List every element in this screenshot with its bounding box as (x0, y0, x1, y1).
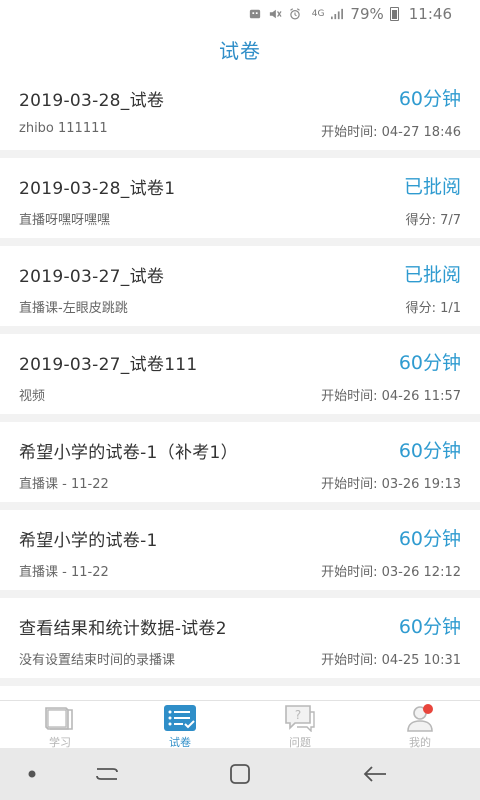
page-title: 试卷 (219, 38, 261, 63)
paper-meta: 开始时间: 04-26 11:57 (321, 389, 461, 404)
recent-apps-icon[interactable] (92, 760, 122, 788)
paper-item[interactable]: 2019-03-28_试卷 60分钟 zhibo 111111 开始时间: 04… (0, 70, 480, 150)
mute-icon (269, 9, 282, 19)
app-root: 4G 79% 11:46 试卷 2019-03-28_试卷 60分钟 zhibo… (0, 0, 480, 800)
question-icon: ? (283, 704, 317, 732)
paper-course: 没有设置结束时间的录播课 (19, 653, 176, 668)
paper-meta: 开始时间: 03-26 12:12 (321, 565, 461, 580)
dot-indicator-icon (22, 760, 42, 788)
network-type-label: 4G (311, 9, 325, 19)
paper-title: 2019-03-27_试卷111 (19, 355, 198, 375)
paper-meta: 开始时间: 04-25 10:31 (321, 653, 461, 668)
paper-item[interactable]: 2019-03-27_试卷 已批阅 直播课-左眼皮跳跳 得分: 1/1 (0, 246, 480, 326)
paper-item[interactable]: 2019-03-27_试卷111 60分钟 视频 开始时间: 04-26 11:… (0, 334, 480, 414)
paper-title: 希望小学的试卷-1 (19, 531, 158, 551)
home-icon[interactable] (224, 760, 256, 788)
paper-status: 60分钟 (398, 352, 461, 374)
nav-tab-profile[interactable]: 我的 (360, 701, 480, 749)
battery-icon (389, 7, 399, 21)
paper-status: 60分钟 (398, 528, 461, 550)
paper-list[interactable]: 2019-03-28_试卷 60分钟 zhibo 111111 开始时间: 04… (0, 70, 480, 700)
paper-meta: 得分: 1/1 (405, 301, 461, 316)
paper-status: 60分钟 (398, 440, 461, 462)
paper-course: 视频 (19, 389, 46, 404)
paper-meta: 得分: 7/7 (405, 213, 461, 228)
status-bar: 4G 79% 11:46 (0, 0, 480, 28)
paper-title: 查看结果和统计数据-试卷2 (19, 619, 227, 639)
paper-item[interactable] (0, 686, 480, 700)
nav-tab-questions[interactable]: ? 问题 (240, 701, 360, 749)
paper-status: 已批阅 (403, 264, 461, 286)
paper-course: zhibo 111111 (19, 121, 108, 136)
book-icon (43, 704, 77, 732)
paper-course: 直播课 - 11-22 (19, 477, 109, 492)
paper-title: 2019-03-28_试卷1 (19, 179, 176, 199)
paper-title: 希望小学的试卷-1（补考1） (19, 443, 238, 463)
clock: 11:46 (408, 5, 452, 23)
paper-meta: 开始时间: 04-27 18:46 (321, 125, 461, 140)
app-header: 试卷 (0, 28, 480, 70)
notification-app-icon (249, 9, 260, 19)
notification-badge (423, 704, 433, 714)
profile-icon (403, 704, 437, 732)
battery-percent: 79% (350, 5, 384, 23)
paper-item[interactable]: 2019-03-28_试卷1 已批阅 直播呀嘿呀嘿嘿 得分: 7/7 (0, 158, 480, 238)
paper-meta: 开始时间: 03-26 19:13 (321, 477, 461, 492)
nav-tab-papers[interactable]: 试卷 (120, 701, 240, 749)
paper-status: 已批阅 (403, 176, 461, 198)
paper-status: 60分钟 (398, 616, 461, 638)
paper-course: 直播课-左眼皮跳跳 (19, 301, 128, 316)
system-nav-bar (0, 748, 480, 800)
back-icon[interactable] (360, 760, 390, 788)
paper-item[interactable]: 希望小学的试卷-1（补考1） 60分钟 直播课 - 11-22 开始时间: 03… (0, 422, 480, 502)
list-icon (163, 704, 197, 732)
paper-course: 直播课 - 11-22 (19, 565, 109, 580)
signal-icon (331, 8, 344, 20)
paper-item[interactable]: 希望小学的试卷-1 60分钟 直播课 - 11-22 开始时间: 03-26 1… (0, 510, 480, 590)
paper-course: 直播呀嘿呀嘿嘿 (19, 213, 111, 228)
svg-text:?: ? (295, 708, 301, 722)
alarm-icon (289, 8, 300, 20)
paper-status: 60分钟 (398, 88, 461, 110)
bottom-nav: 学习 试卷 ? 问题 我的 (0, 700, 480, 749)
paper-title: 2019-03-28_试卷 (19, 91, 165, 111)
nav-tab-study[interactable]: 学习 (0, 701, 120, 749)
paper-item[interactable]: 查看结果和统计数据-试卷2 60分钟 没有设置结束时间的录播课 开始时间: 04… (0, 598, 480, 678)
paper-title: 2019-03-27_试卷 (19, 267, 165, 287)
